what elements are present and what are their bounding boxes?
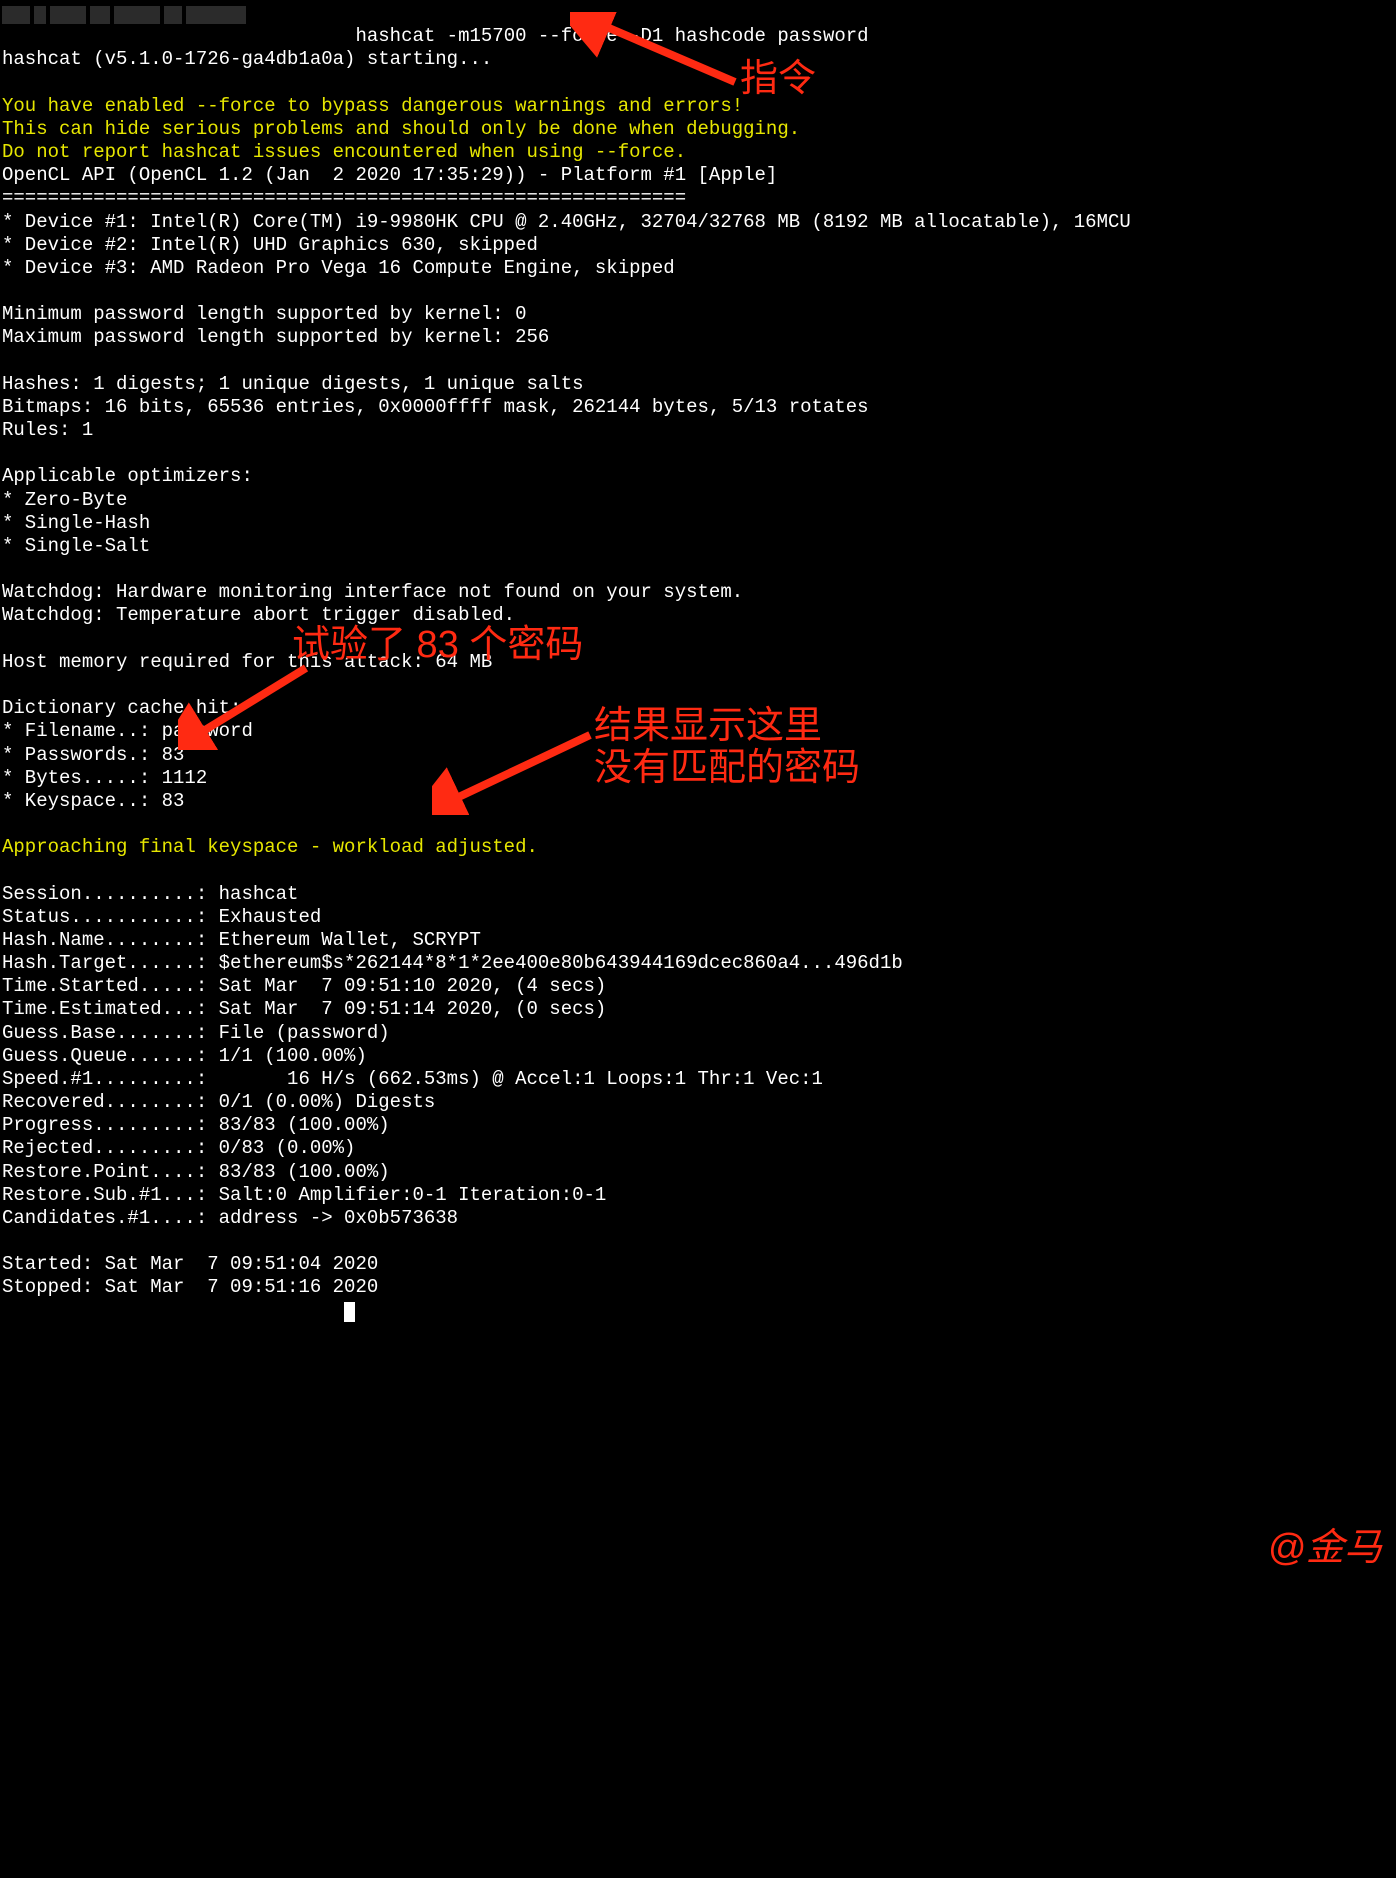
opt-line: * Single-Hash [2, 512, 150, 534]
minlen-line: Minimum password length supported by ker… [2, 303, 527, 325]
platform-line: OpenCL API (OpenCL 1.2 (Jan 2 2020 17:35… [2, 164, 777, 186]
maxlen-line: Maximum password length supported by ker… [2, 326, 549, 348]
warn-line: Do not report hashcat issues encountered… [2, 141, 686, 163]
cache-line: * Passwords.: 83 [2, 744, 184, 766]
device-line: * Device #2: Intel(R) UHD Graphics 630, … [2, 234, 538, 256]
redacted-prompt [2, 6, 246, 24]
prompt-spacer [2, 25, 355, 47]
cache-title: Dictionary cache hit: [2, 697, 241, 719]
device-line: * Device #3: AMD Radeon Pro Vega 16 Comp… [2, 257, 675, 279]
cache-line: * Bytes.....: 1112 [2, 767, 207, 789]
approach-line: Approaching final keyspace - workload ad… [2, 836, 538, 858]
annotation-result: 结果显示这里 没有匹配的密码 [594, 706, 860, 790]
annotation-command: 指令 [740, 56, 816, 102]
opt-line: * Zero-Byte [2, 489, 127, 511]
opt-title: Applicable optimizers: [2, 465, 253, 487]
status-line: Candidates.#1....: address -> 0x0b573638 [2, 1207, 458, 1229]
status-line: Session..........: hashcat [2, 883, 298, 905]
warn-line: You have enabled --force to bypass dange… [2, 95, 743, 117]
hash-line: Hashes: 1 digests; 1 unique digests, 1 u… [2, 373, 584, 395]
status-line: Progress.........: 83/83 (100.00%) [2, 1114, 390, 1136]
cache-line: * Keyspace..: 83 [2, 790, 184, 812]
start-line: hashcat (v5.1.0-1726-ga4db1a0a) starting… [2, 48, 492, 70]
time-line: Stopped: Sat Mar 7 09:51:16 2020 [2, 1276, 378, 1298]
time-line: Started: Sat Mar 7 09:51:04 2020 [2, 1253, 378, 1275]
status-line: Rejected.........: 0/83 (0.00%) [2, 1137, 355, 1159]
annotation-signature: @金马 [1267, 1525, 1382, 1571]
status-line: Recovered........: 0/1 (0.00%) Digests [2, 1091, 435, 1113]
command-line: hashcat -m15700 --force -D1 hashcode pas… [355, 25, 868, 47]
status-line: Time.Started.....: Sat Mar 7 09:51:10 20… [2, 975, 606, 997]
hostmem-line: Host memory required for this attack: 64… [2, 651, 492, 673]
device-line: * Device #1: Intel(R) Core(TM) i9-9980HK… [2, 211, 1131, 233]
hr-line: ========================================… [2, 187, 686, 209]
arrow-icon [570, 12, 750, 92]
status-line: Guess.Base.......: File (password) [2, 1022, 390, 1044]
status-line: Hash.Target......: $ethereum$s*262144*8*… [2, 952, 903, 974]
prompt-spacer [2, 1300, 344, 1322]
status-line: Speed.#1.........: 16 H/s (662.53ms) @ A… [2, 1068, 823, 1090]
warn-line: This can hide serious problems and shoul… [2, 118, 800, 140]
watchdog-line: Watchdog: Temperature abort trigger disa… [2, 604, 515, 626]
status-line: Restore.Sub.#1...: Salt:0 Amplifier:0-1 … [2, 1184, 606, 1206]
cursor [344, 1302, 355, 1322]
cache-line: * Filename..: password [2, 720, 253, 742]
status-line: Time.Estimated...: Sat Mar 7 09:51:14 20… [2, 998, 606, 1020]
hash-line: Rules: 1 [2, 419, 93, 441]
status-line: Restore.Point....: 83/83 (100.00%) [2, 1161, 390, 1183]
arrow-icon [432, 725, 602, 815]
watchdog-line: Watchdog: Hardware monitoring interface … [2, 581, 743, 603]
opt-line: * Single-Salt [2, 535, 150, 557]
status-line: Hash.Name........: Ethereum Wallet, SCRY… [2, 929, 481, 951]
terminal-output: hashcat -m15700 --force -D1 hashcode pas… [0, 0, 1396, 1611]
status-line: Status...........: Exhausted [2, 906, 321, 928]
status-line: Guess.Queue......: 1/1 (100.00%) [2, 1045, 367, 1067]
hash-line: Bitmaps: 16 bits, 65536 entries, 0x0000f… [2, 396, 869, 418]
